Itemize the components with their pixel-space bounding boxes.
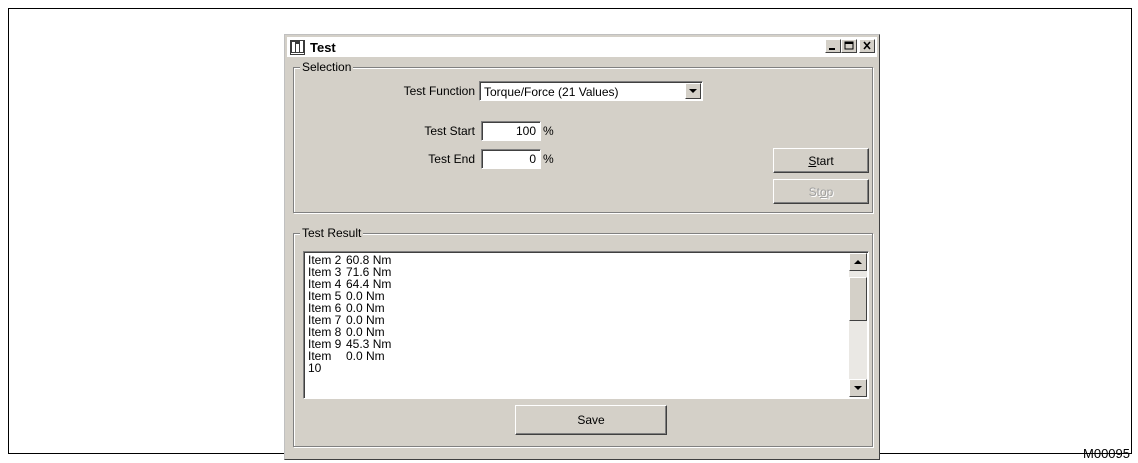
test-start-label: Test Start bbox=[424, 124, 475, 138]
list-item[interactable]: Item 10 0.0 Nm bbox=[308, 349, 846, 375]
test-start-unit: % bbox=[543, 124, 554, 138]
minimize-icon[interactable] bbox=[825, 39, 841, 53]
scroll-down-icon[interactable] bbox=[849, 379, 867, 397]
save-button[interactable]: Save bbox=[515, 405, 667, 435]
list-item[interactable]: Item 7 0.0 Nm bbox=[308, 314, 846, 326]
scroll-up-icon[interactable] bbox=[849, 253, 867, 271]
list-item[interactable]: Item 9 45.3 Nm bbox=[308, 338, 846, 350]
title-bar[interactable]: Test bbox=[287, 37, 877, 57]
chevron-down-icon[interactable] bbox=[685, 83, 701, 99]
list-item[interactable]: Item 6 0.0 Nm bbox=[308, 302, 846, 314]
stop-button-label: p bbox=[826, 184, 834, 199]
start-button[interactable]: Start bbox=[773, 148, 869, 173]
test-dialog: Test Selection Test Function Torque/Forc… bbox=[284, 34, 880, 460]
result-rows: Item 2 60.8 Nm Item 3 71.6 Nm Item 4 64.4 Nm I… bbox=[308, 254, 846, 375]
test-result-list[interactable]: Item 2 60.8 Nm Item 3 71.6 Nm Item 4 64.4 Nm I… bbox=[303, 251, 869, 399]
maximize-icon[interactable] bbox=[841, 39, 857, 53]
window-title: Test bbox=[310, 39, 336, 55]
test-end-label: Test End bbox=[428, 152, 475, 166]
start-button-label: tart bbox=[816, 153, 834, 168]
figure-id: M00095 bbox=[1083, 446, 1130, 461]
stop-button[interactable]: St o p bbox=[773, 179, 869, 204]
list-item[interactable]: Item 4 64.4 Nm bbox=[308, 278, 846, 290]
start-button-mnemonic: S bbox=[808, 153, 817, 168]
item-name: Item 10 bbox=[308, 349, 332, 375]
list-item[interactable]: Item 5 0.0 Nm bbox=[308, 290, 846, 302]
stop-button-prefix: St bbox=[808, 184, 820, 199]
test-end-input[interactable]: 0 bbox=[481, 149, 541, 169]
item-value: 0.0 Nm bbox=[346, 349, 385, 363]
selection-group-label: Selection bbox=[300, 60, 354, 74]
scroll-thumb[interactable] bbox=[849, 277, 867, 321]
test-function-label: Test Function bbox=[403, 84, 475, 98]
app-icon bbox=[289, 38, 306, 56]
test-function-select[interactable]: Torque/Force (21 Values) bbox=[479, 81, 703, 101]
test-end-unit: % bbox=[543, 152, 554, 166]
test-function-value: Torque/Force (21 Values) bbox=[484, 85, 619, 99]
test-start-input[interactable]: 100 bbox=[481, 121, 541, 141]
test-result-group-label: Test Result bbox=[300, 226, 364, 240]
close-icon[interactable] bbox=[859, 39, 875, 53]
stop-button-mnemonic: o bbox=[819, 184, 827, 199]
vertical-scrollbar[interactable] bbox=[849, 253, 867, 397]
